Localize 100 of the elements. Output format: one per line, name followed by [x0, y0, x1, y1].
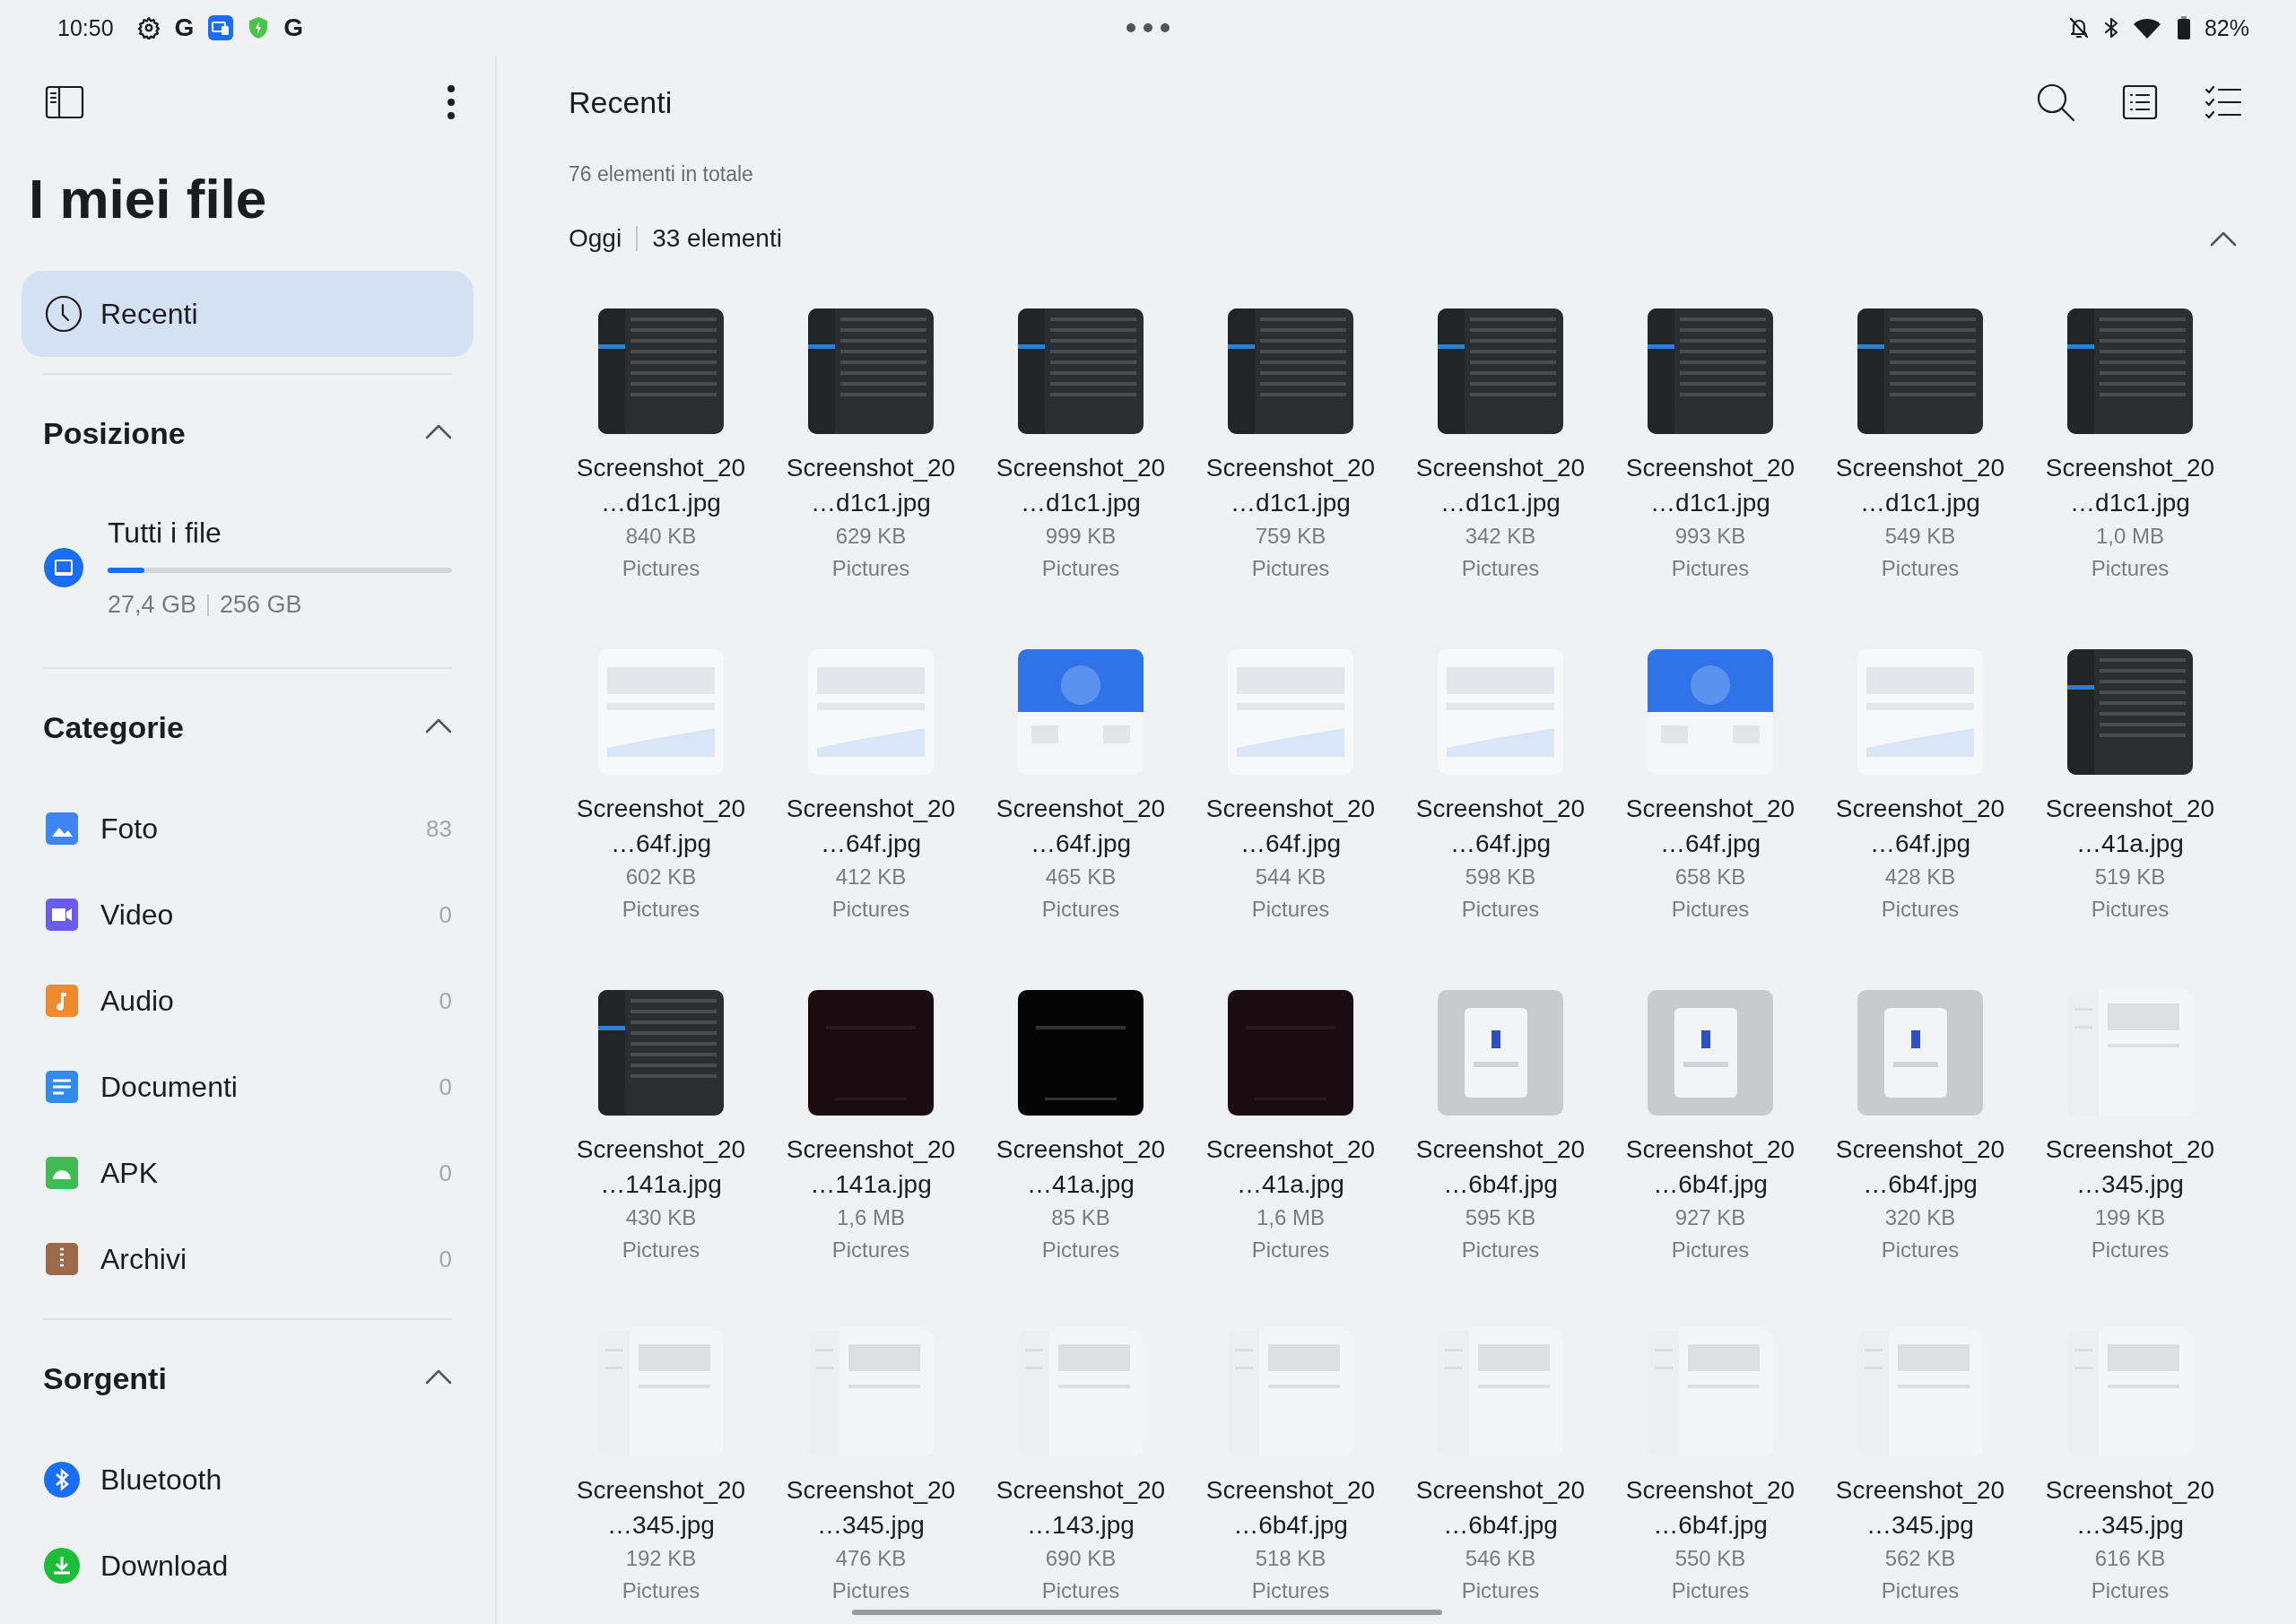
file-location: Pictures: [831, 1577, 910, 1604]
file-size: 562 KB: [1884, 1545, 1956, 1572]
file-name: Screenshot_20: [1415, 453, 1586, 483]
category-item[interactable]: Audio 0: [22, 958, 474, 1044]
file-size: 550 KB: [1674, 1545, 1746, 1572]
file-location: Pictures: [1041, 555, 1120, 582]
file-location: Pictures: [1881, 1237, 1960, 1264]
list-view-icon[interactable]: [2122, 84, 2158, 120]
chevron-icon[interactable]: [2210, 230, 2237, 247]
file-name: Screenshot_20: [996, 794, 1166, 824]
file-name: Screenshot_20: [1205, 794, 1376, 824]
file-location: Pictures: [622, 1577, 700, 1604]
file-name-end: …64f.jpg: [1659, 829, 1761, 859]
file-size: 993 KB: [1674, 523, 1746, 550]
chevron-icon[interactable]: [425, 1368, 452, 1385]
item-count: 0: [439, 900, 452, 929]
file-location: Pictures: [1041, 1577, 1120, 1604]
file-name-end: …d1c1.jpg: [1860, 488, 1980, 518]
file-location: Pictures: [1671, 896, 1750, 923]
file-name: Screenshot_20: [786, 794, 956, 824]
file-name-end: …64f.jpg: [820, 829, 922, 859]
item-count: 0: [439, 1245, 452, 1273]
file-location: Pictures: [622, 1237, 700, 1264]
file-size: 342 KB: [1465, 523, 1536, 550]
file-name: Screenshot_20: [1205, 1475, 1376, 1506]
file-size: 519 KB: [2094, 864, 2166, 890]
file-size: 629 KB: [835, 523, 907, 550]
file-size: 598 KB: [1465, 864, 1536, 890]
file-location: Pictures: [2091, 896, 2170, 923]
recent-nav-item[interactable]: Recenti: [22, 271, 474, 357]
file-name-end: …6b4f.jpg: [1653, 1169, 1768, 1200]
item-count: 83: [426, 814, 452, 843]
file-name: Screenshot_20: [996, 453, 1166, 483]
download-icon: [43, 1547, 81, 1585]
battery-percentage: 82%: [2204, 14, 2249, 41]
category-item[interactable]: Video 0: [22, 872, 474, 958]
file-name-end: …345.jpg: [817, 1510, 925, 1541]
google-logo: G: [283, 15, 304, 40]
file-name-end: …d1c1.jpg: [601, 488, 721, 518]
file-name: Screenshot_20: [2045, 1134, 2215, 1165]
file-name: Screenshot_20: [1835, 1134, 2005, 1165]
chevron-icon[interactable]: [425, 423, 452, 439]
app-title: I miei file: [28, 166, 268, 231]
file-size: 465 KB: [1045, 864, 1117, 890]
file-size: 690 KB: [1045, 1545, 1117, 1572]
file-size: 840 KB: [625, 523, 697, 550]
file-name-end: …64f.jpg: [1239, 829, 1342, 859]
file-size: 927 KB: [1674, 1204, 1746, 1231]
file-size: 1,6 MB: [1257, 1204, 1325, 1231]
file-location: Pictures: [831, 896, 910, 923]
home-indicator[interactable]: [852, 1610, 1442, 1615]
file-name-end: …141a.jpg: [810, 1169, 932, 1200]
google-logo: G: [174, 15, 195, 40]
file-name: Screenshot_20: [996, 1475, 1166, 1506]
checklist-icon[interactable]: [2205, 84, 2242, 120]
category-item[interactable]: Documenti 0: [22, 1044, 474, 1130]
chevron-icon[interactable]: [425, 717, 452, 734]
file-name-end: …6b4f.jpg: [1443, 1169, 1558, 1200]
file-name: Screenshot_20: [1415, 794, 1586, 824]
more-options-icon[interactable]: [447, 84, 456, 120]
category-item[interactable]: APK 0: [22, 1130, 474, 1216]
photo-icon: [43, 810, 81, 847]
search-icon[interactable]: [2036, 83, 2075, 122]
file-size: 1,0 MB: [2096, 523, 2164, 550]
file-name: Screenshot_20: [1625, 794, 1796, 824]
file-name: Screenshot_20: [576, 453, 746, 483]
page-title: Recenti: [569, 84, 673, 120]
storage-name[interactable]: Tutti i file: [108, 517, 452, 550]
clock-time: 10:50: [57, 14, 114, 41]
item-label: Bluetooth: [100, 1463, 223, 1497]
category-item[interactable]: Foto 83: [22, 786, 474, 872]
item-count: 0: [439, 986, 452, 1015]
file-name-end: …141a.jpg: [600, 1169, 722, 1200]
file-location: Pictures: [1671, 555, 1750, 582]
file-name-end: …d1c1.jpg: [1650, 488, 1770, 518]
archive-icon: [43, 1240, 81, 1278]
bluetooth-icon: [43, 1461, 81, 1498]
file-name: Screenshot_20: [786, 1134, 956, 1165]
category-item[interactable]: Archivi 0: [22, 1216, 474, 1302]
document-icon: [43, 1068, 81, 1106]
file-name-end: …d1c1.jpg: [2070, 488, 2190, 518]
item-label: APK: [100, 1156, 160, 1190]
sidebar-toggle-icon[interactable]: [45, 85, 84, 119]
file-size: 85 KB: [1051, 1204, 1110, 1231]
file-name-end: …41a.jpg: [1237, 1169, 1344, 1200]
file-location: Pictures: [1461, 896, 1540, 923]
file-location: Pictures: [2091, 555, 2170, 582]
total-space: 256 GB: [220, 591, 302, 619]
category-item[interactable]: Download: [22, 1523, 474, 1609]
category-item[interactable]: Bluetooth: [22, 1437, 474, 1523]
file-name: Screenshot_20: [1835, 794, 2005, 824]
file-size: 544 KB: [1255, 864, 1326, 890]
file-size: 412 KB: [835, 864, 907, 890]
file-location: Pictures: [831, 1237, 910, 1264]
file-location: Pictures: [1461, 555, 1540, 582]
file-name: Screenshot_20: [2045, 1475, 2215, 1506]
group-count: 33 elementi: [652, 224, 782, 253]
file-name-end: …345.jpg: [2076, 1510, 2184, 1541]
file-location: Pictures: [622, 896, 700, 923]
item-label: Documenti: [100, 1070, 239, 1104]
